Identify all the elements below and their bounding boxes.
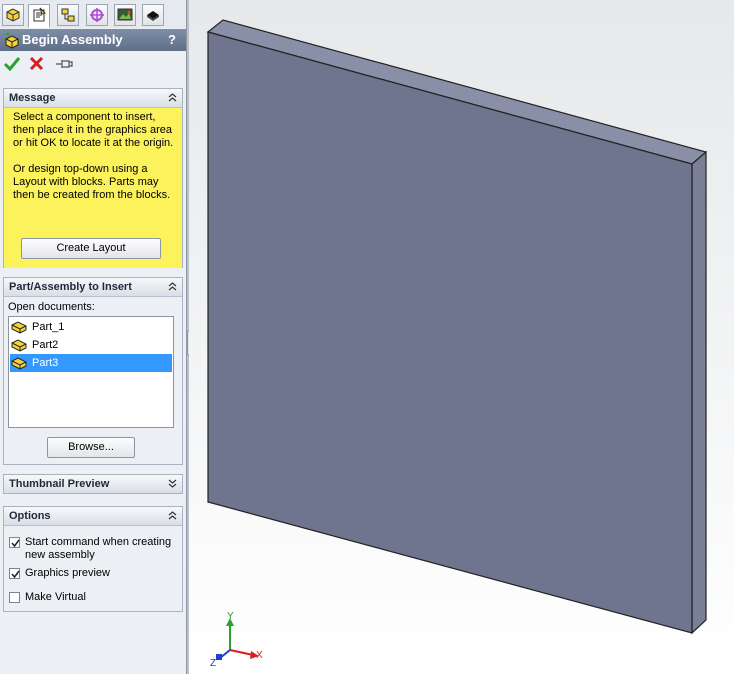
part-icon — [11, 321, 27, 334]
message-group-header[interactable]: Message — [4, 89, 182, 108]
featuremanager-tab[interactable] — [2, 4, 24, 26]
part-icon — [11, 357, 27, 370]
message-group-title: Message — [9, 92, 56, 104]
page-title: Begin Assembly — [22, 32, 123, 47]
display-manager-icon — [117, 8, 133, 21]
feature-tree-icon — [6, 8, 20, 22]
insert-group-header[interactable]: Part/Assembly to Insert — [4, 278, 182, 297]
property-manager-panel: Begin Assembly ? Message Select a compon… — [0, 0, 186, 674]
document-name: Part2 — [32, 339, 59, 351]
thumbnail-group-title: Thumbnail Preview — [9, 478, 110, 490]
message-text-1: Select a component to insert, then place… — [13, 111, 174, 149]
pushpin-icon — [56, 60, 73, 68]
display-manager-tab[interactable] — [114, 4, 136, 26]
graphics-preview-checkbox[interactable] — [9, 568, 20, 579]
graphics-area[interactable]: Y X Z — [189, 0, 734, 674]
options-group-title: Options — [9, 510, 51, 522]
collapse-chevron-icon[interactable] — [167, 281, 178, 292]
document-name: Part3 — [32, 357, 59, 369]
property-manager-icon — [33, 7, 46, 22]
dimxpert-tab[interactable] — [86, 4, 108, 26]
collapse-chevron-icon[interactable] — [167, 510, 178, 521]
ok-button[interactable] — [3, 55, 23, 75]
graphics-preview-label: Graphics preview — [25, 567, 110, 579]
triad-y-label: Y — [227, 611, 234, 622]
message-text-2: Or design top-down using a Layout with b… — [13, 163, 171, 201]
action-buttons — [0, 55, 186, 77]
list-item-part3[interactable]: Part3 — [10, 354, 172, 372]
expand-chevron-icon[interactable] — [167, 478, 178, 489]
insert-group-title: Part/Assembly to Insert — [9, 281, 132, 293]
reference-triad: Y X Z — [210, 611, 263, 669]
make-virtual-label: Make Virtual — [25, 591, 86, 603]
manager-tabs — [0, 0, 186, 28]
configurationmanager-tab[interactable] — [57, 4, 79, 26]
ok-check-icon — [3, 57, 21, 72]
configuration-icon — [61, 8, 75, 22]
checkmark-icon — [11, 570, 20, 579]
open-documents-label: Open documents: — [8, 301, 95, 313]
document-name: Part_1 — [32, 321, 65, 333]
pin-button[interactable] — [54, 55, 74, 75]
part-assembly-insert-group: Part/Assembly to Insert Open documents: … — [3, 277, 183, 465]
dimxpert-icon — [90, 8, 104, 22]
part-icon — [11, 339, 27, 352]
thumbnail-group-header[interactable]: Thumbnail Preview — [4, 475, 182, 493]
message-group: Message Select a component to insert, th… — [3, 88, 183, 268]
start-command-checkbox[interactable] — [9, 537, 20, 548]
triad-x-label: X — [256, 650, 263, 661]
cancel-x-icon — [29, 56, 44, 71]
help-button[interactable]: ? — [168, 32, 176, 47]
options-group-header[interactable]: Options — [4, 507, 182, 526]
propertymanager-tab[interactable] — [28, 4, 50, 28]
collapse-chevron-icon[interactable] — [167, 92, 178, 103]
part-front-face — [207, 31, 693, 634]
model-view: Y X Z — [206, 19, 708, 669]
part-side-face — [691, 150, 707, 635]
checkmark-icon — [11, 539, 20, 548]
triad-z-label: Z — [210, 658, 216, 669]
options-group: Options Start command when creating new … — [3, 506, 183, 612]
cam-tab[interactable] — [142, 4, 164, 26]
browse-button[interactable]: Browse... — [47, 437, 135, 458]
make-virtual-checkbox[interactable] — [9, 592, 20, 603]
cancel-button[interactable] — [28, 55, 48, 75]
begin-assembly-icon — [4, 32, 19, 49]
property-manager-header: Begin Assembly ? — [0, 29, 186, 51]
thumbnail-preview-group: Thumbnail Preview — [3, 474, 183, 494]
create-layout-button[interactable]: Create Layout — [21, 238, 161, 259]
list-item-part2[interactable]: Part2 — [10, 336, 172, 354]
open-documents-list[interactable]: Part_1 Part2 Part3 — [8, 316, 174, 428]
list-item-part-1[interactable]: Part_1 — [10, 318, 172, 336]
start-command-label: Start command when creating new assembly — [25, 536, 172, 561]
cam-icon — [147, 11, 159, 21]
